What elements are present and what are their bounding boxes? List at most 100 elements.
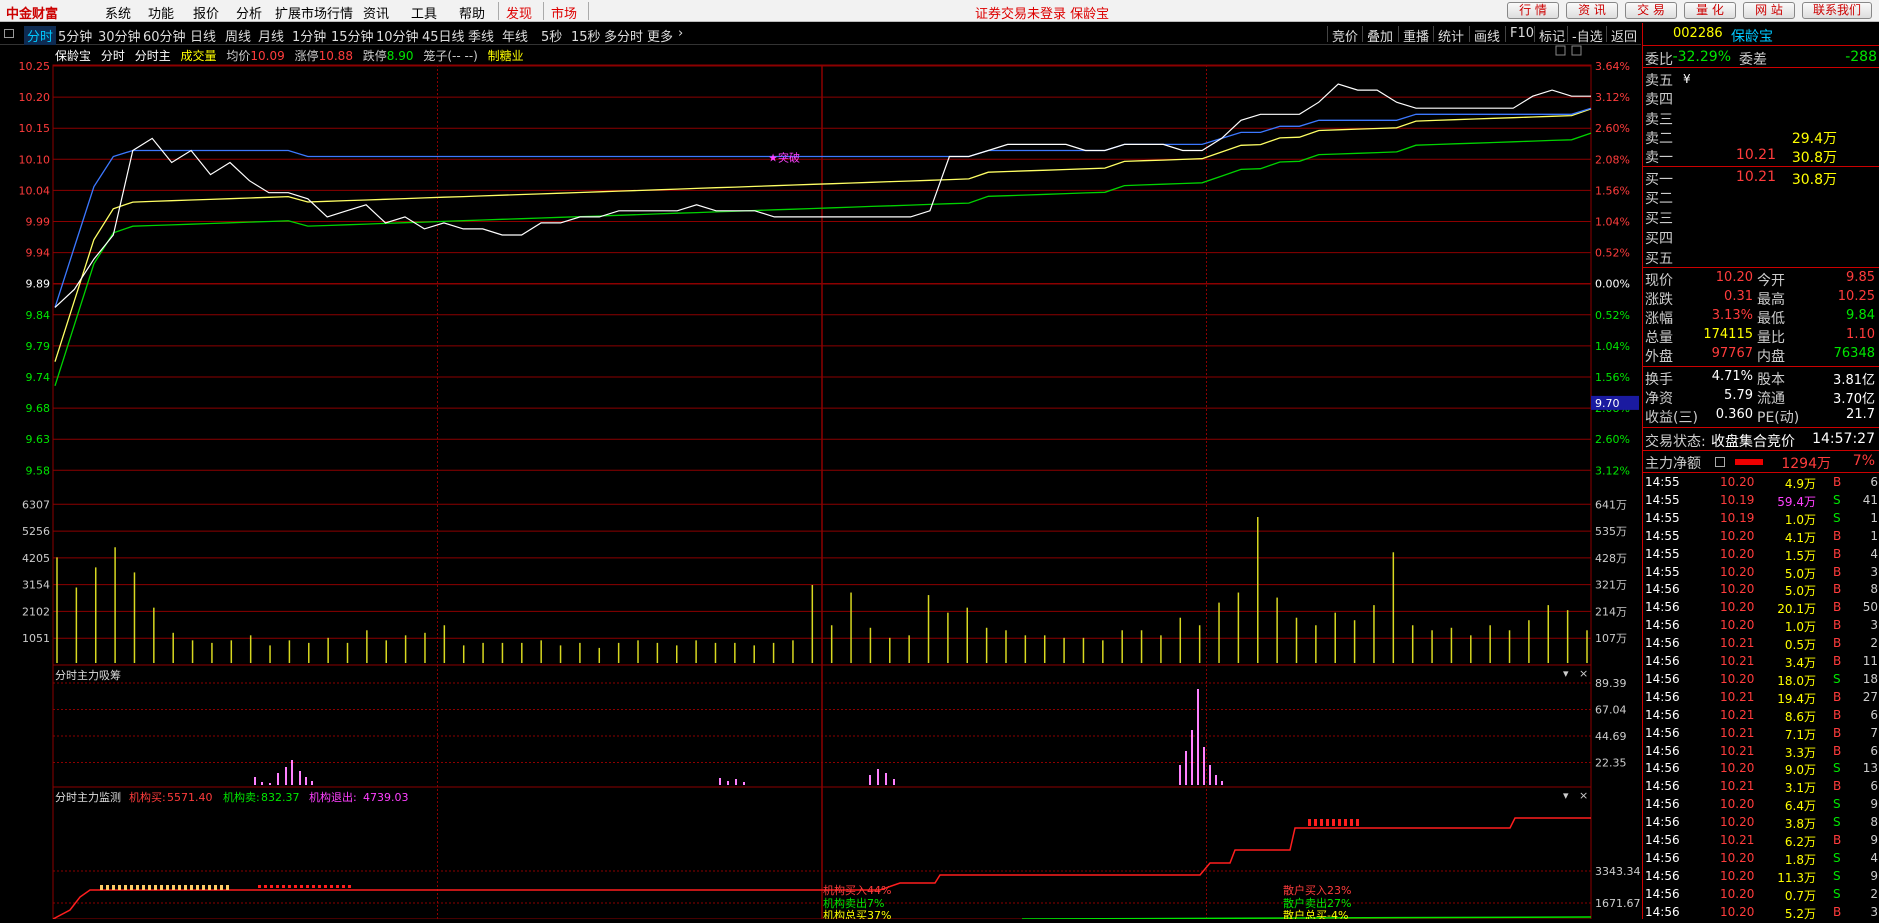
- panel2-dropdown-icon[interactable]: ▾: [1563, 667, 1569, 680]
- tick-price: 10.20: [1720, 761, 1755, 776]
- tool-button-5[interactable]: F10: [1510, 26, 1534, 41]
- tool-button-8[interactable]: 返回: [1611, 26, 1637, 45]
- menu-7[interactable]: 帮助: [459, 3, 485, 22]
- stat-value: 10.20: [1715, 270, 1753, 285]
- tool-button-3[interactable]: 统计: [1438, 26, 1464, 45]
- stat-label: 最低: [1757, 311, 1785, 327]
- menu-3[interactable]: 分析: [236, 3, 262, 22]
- period-tab-6[interactable]: 月线: [258, 26, 284, 45]
- top-button-1[interactable]: 资 讯: [1566, 2, 1618, 19]
- tool-separator: [1327, 26, 1328, 42]
- list-icon[interactable]: [1715, 457, 1725, 467]
- period-tab-15[interactable]: 多分时: [604, 26, 643, 45]
- menu-discover[interactable]: 发现: [506, 3, 532, 22]
- sector-label[interactable]: 制糖业: [488, 49, 524, 63]
- top-button-0[interactable]: 行 情: [1507, 2, 1559, 19]
- panel2-close-icon[interactable]: ×: [1579, 667, 1588, 680]
- panel2-tick-label: 22.35: [1595, 757, 1627, 770]
- period-tab-1[interactable]: 5分钟: [58, 26, 92, 45]
- tick-count: 9: [1870, 833, 1878, 847]
- quote-panel: 002286 保龄宝 委比 -32.29% 委差 -288 卖五 卖四 卖三 卖二 29.4万 卖一 1…: [1642, 23, 1879, 921]
- tool-button-4[interactable]: 画线: [1474, 26, 1500, 45]
- tick-row: 14:56 10.20 18.0万 S 18: [1645, 672, 1878, 690]
- period-tab-13[interactable]: 5秒: [541, 26, 562, 45]
- period-tab-9[interactable]: 10分钟: [376, 26, 419, 45]
- tick-count: 4: [1870, 546, 1878, 561]
- tick-row: 14:55 10.20 5.0万 B 3: [1645, 565, 1878, 583]
- tool-separator: [1534, 26, 1535, 42]
- period-tab-11[interactable]: 季线: [468, 26, 494, 45]
- tool-button-6[interactable]: 标记: [1539, 26, 1565, 45]
- maximize-icon[interactable]: [1571, 45, 1582, 56]
- tool-button-2[interactable]: 重播: [1403, 26, 1429, 45]
- menu-market[interactable]: 市场: [551, 3, 577, 22]
- tick-price: 10.20: [1720, 564, 1755, 579]
- top-button-3[interactable]: 量 化: [1684, 2, 1736, 19]
- chart-header: 保龄宝 分时 分时主 成交量 均价10.09 涨停10.88 跌停8.90 笼子…: [55, 47, 524, 64]
- period-tab-8[interactable]: 15分钟: [331, 26, 374, 45]
- tick-time: 14:55: [1645, 492, 1680, 507]
- zoom-icon[interactable]: [1555, 45, 1566, 56]
- cursor-value: 9.70: [1595, 397, 1620, 410]
- menu-1[interactable]: 功能: [148, 3, 174, 22]
- pct-tick-label: 3.64%: [1595, 60, 1630, 73]
- period-tab-5[interactable]: 周线: [225, 26, 251, 45]
- bid-label-4: 买四: [1645, 231, 1673, 247]
- stat-value: 3.81亿: [1833, 373, 1875, 388]
- period-tab-2[interactable]: 30分钟: [98, 26, 141, 45]
- period-tab-0[interactable]: 分时: [24, 26, 57, 45]
- tick-row: 14:55 10.20 4.9万 B 6: [1645, 475, 1878, 493]
- tick-side: B: [1833, 833, 1842, 847]
- period-tab-12[interactable]: 年线: [502, 26, 528, 45]
- monitor-tick: [336, 885, 339, 888]
- tick-time: 14:56: [1645, 904, 1680, 919]
- monitor-tick: [112, 885, 115, 890]
- tick-row: 14:56 10.21 19.4万 B 27: [1645, 690, 1878, 708]
- ask-volume-1: 30.8万: [1791, 150, 1837, 166]
- panel3-dropdown-icon[interactable]: ▾: [1563, 789, 1569, 802]
- stat-label: 涨幅: [1645, 311, 1673, 327]
- menu-5[interactable]: 资讯: [363, 3, 389, 22]
- tick-volume: 5.2万: [1784, 906, 1816, 921]
- panel2-tick-label: 44.69: [1595, 730, 1627, 743]
- menu-0[interactable]: 系统: [105, 3, 131, 22]
- top-button-4[interactable]: 网 站: [1743, 2, 1795, 19]
- menu-2[interactable]: 报价: [193, 3, 219, 22]
- ask-label-5: 卖五: [1645, 73, 1673, 89]
- menu-6[interactable]: 工具: [411, 3, 437, 22]
- price-line: [54, 83, 1591, 308]
- tick-time: 14:56: [1645, 636, 1680, 651]
- panel3-header-text: 分时主力监测: [55, 791, 121, 804]
- tick-volume: 0.5万: [1784, 638, 1816, 653]
- chart-area: 10.25 3.64% 10.20 3.12% 10.15 2.60% 10.10 2.08%…: [0, 45, 1641, 919]
- tool-button-7[interactable]: -自选: [1572, 26, 1603, 45]
- pct-tick-label: 0.00%: [1595, 278, 1630, 291]
- chevron-right-icon[interactable]: ›: [678, 26, 683, 41]
- period-tab-3[interactable]: 60分钟: [143, 26, 186, 45]
- stat-label: 涨跌: [1645, 292, 1673, 308]
- period-tab-14[interactable]: 15秒: [571, 26, 601, 45]
- top-button-2[interactable]: 交 易: [1625, 2, 1677, 19]
- stat-value: 174115: [1703, 327, 1753, 342]
- period-tab-10[interactable]: 45日线: [422, 26, 465, 45]
- menu-separator: [588, 2, 589, 20]
- period-tab-7[interactable]: 1分钟: [292, 26, 326, 45]
- limit-down-value: 8.90: [386, 49, 414, 63]
- price-tick-label: 9.63: [26, 433, 51, 446]
- volume-tick-label: 4205: [22, 552, 50, 565]
- period-tab-16[interactable]: 更多: [647, 26, 673, 45]
- mode-fenshizhu[interactable]: 分时主: [135, 49, 171, 63]
- panel-toggle-icon[interactable]: [4, 29, 14, 38]
- trade-status-label: 交易状态:: [1645, 434, 1706, 450]
- monitor-annotation: 散户买入23%: [1283, 883, 1351, 897]
- panel3-close-icon[interactable]: ×: [1579, 789, 1588, 802]
- tool-button-0[interactable]: 竞价: [1332, 26, 1358, 45]
- period-tab-4[interactable]: 日线: [190, 26, 216, 45]
- tool-button-1[interactable]: 叠加: [1367, 26, 1393, 45]
- menu-4[interactable]: 扩展市场行情: [275, 3, 353, 22]
- tick-price: 10.20: [1720, 671, 1755, 686]
- top-button-5[interactable]: 联系我们: [1802, 2, 1872, 19]
- tool-separator: [1469, 26, 1470, 42]
- mode-fenshi[interactable]: 分时: [101, 49, 125, 63]
- tick-volume: 1.0万: [1784, 620, 1816, 635]
